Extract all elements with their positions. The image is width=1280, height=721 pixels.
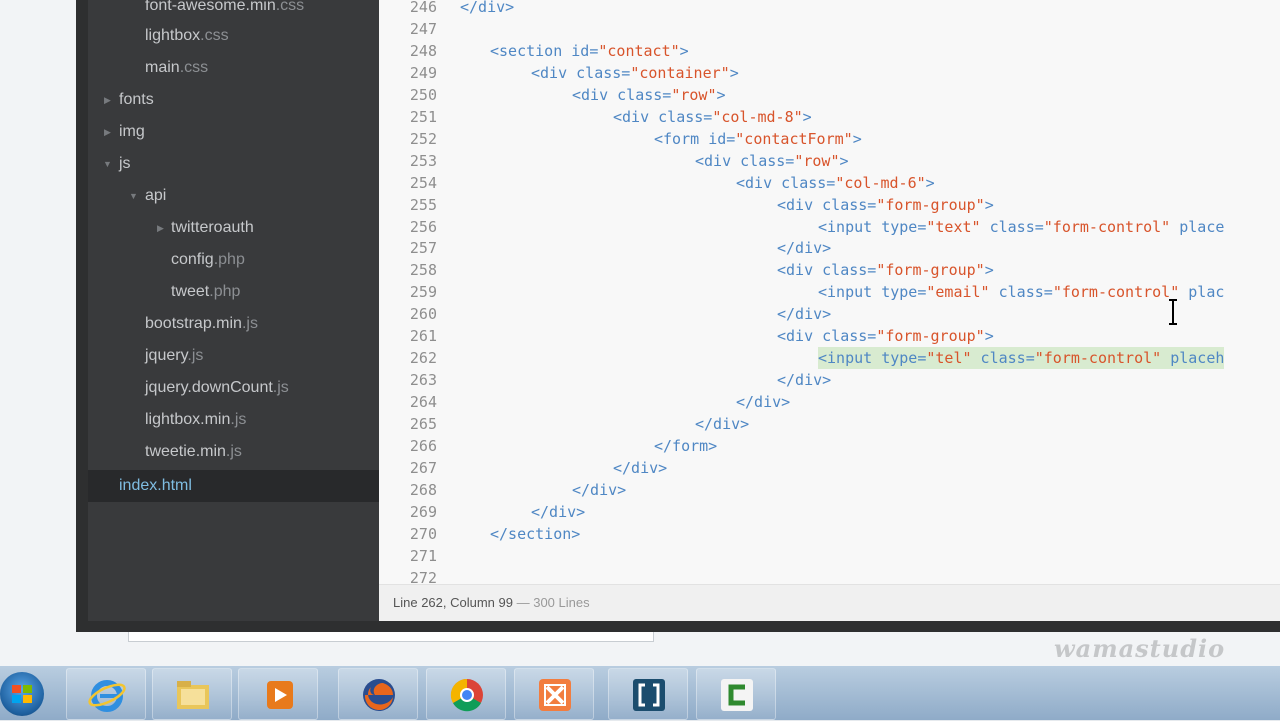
code-line[interactable]: </div> <box>777 369 831 391</box>
line-number: 246 <box>409 0 437 16</box>
code-line[interactable]: <div class="form-group"> <box>777 259 994 281</box>
code-line[interactable]: <input type="email" class="form-control"… <box>818 281 1224 303</box>
line-number: 249 <box>409 64 437 82</box>
file-tweetie-js[interactable]: tweetie.min.js <box>145 437 242 467</box>
file-lightbox-min-js[interactable]: lightbox.min.js <box>145 405 246 435</box>
taskbar-explorer[interactable] <box>152 668 232 720</box>
code-line[interactable]: </div> <box>695 413 749 435</box>
line-number: 272 <box>409 569 437 584</box>
highlighted-code-line[interactable]: <input type="tel" class="form-control" p… <box>818 347 1225 369</box>
folder-api[interactable]: api <box>145 181 166 211</box>
code-line[interactable]: <input type="text" class="form-control" … <box>818 216 1224 238</box>
code-line[interactable]: <div class="col-md-6"> <box>736 172 935 194</box>
internet-explorer-icon <box>88 680 126 712</box>
taskbar-chrome[interactable] <box>426 668 506 720</box>
code-line[interactable]: </div> <box>736 391 790 413</box>
folder-img[interactable]: img <box>119 117 145 147</box>
status-bar: Line 262, Column 99 — 300 Lines <box>379 584 1280 621</box>
camtasia-icon <box>721 679 753 711</box>
brackets-icon <box>633 679 665 711</box>
status-separator: — <box>512 595 534 610</box>
line-count: 300 Lines <box>533 595 590 610</box>
line-number: 265 <box>409 415 437 433</box>
collapsed-arrow-icon[interactable]: ▶ <box>157 213 164 243</box>
expanded-arrow-icon[interactable]: ▼ <box>129 181 138 211</box>
file-bootstrap-js[interactable]: bootstrap.min.js <box>145 309 258 339</box>
line-number: 271 <box>409 547 437 565</box>
file-jquery-js[interactable]: jquery.js <box>145 341 203 371</box>
collapsed-arrow-icon[interactable]: ▶ <box>104 117 111 147</box>
file-explorer-icon <box>177 681 209 709</box>
line-number: 261 <box>409 327 437 345</box>
cursor-position: Line 262, Column 99 <box>393 595 513 610</box>
line-number: 258 <box>409 261 437 279</box>
line-number: 250 <box>409 86 437 104</box>
line-number: 252 <box>409 130 437 148</box>
code-line[interactable]: </form> <box>654 435 717 457</box>
line-number: 247 <box>409 20 437 38</box>
file-font-awesome-css[interactable]: font-awesome.min.css <box>145 0 304 21</box>
line-number: 259 <box>409 283 437 301</box>
line-number: 257 <box>409 239 437 257</box>
file-main-css[interactable]: main.css <box>145 53 208 83</box>
folder-fonts[interactable]: fonts <box>119 85 154 115</box>
start-orb-icon[interactable] <box>0 672 44 716</box>
background-window <box>128 632 654 642</box>
file-lightbox-css[interactable]: lightbox.css <box>145 21 229 51</box>
line-number: 253 <box>409 152 437 170</box>
line-number: 254 <box>409 174 437 192</box>
code-line[interactable]: </div> <box>531 501 585 523</box>
code-line[interactable]: <div class="row"> <box>572 84 726 106</box>
file-index-html[interactable]: index.html <box>119 471 192 501</box>
taskbar-media-player[interactable] <box>238 668 318 720</box>
line-number: 248 <box>409 42 437 60</box>
media-player-icon <box>267 681 293 709</box>
line-number: 267 <box>409 459 437 477</box>
taskbar-xampp[interactable] <box>514 668 594 720</box>
code-line[interactable]: </div> <box>572 479 626 501</box>
line-number: 263 <box>409 371 437 389</box>
line-number: 255 <box>409 196 437 214</box>
line-number: 270 <box>409 525 437 543</box>
line-number: 266 <box>409 437 437 455</box>
code-line[interactable]: </section> <box>490 523 580 545</box>
code-line[interactable]: <div class="form-group"> <box>777 325 994 347</box>
collapsed-arrow-icon[interactable]: ▶ <box>104 85 111 115</box>
watermark: wamastudio <box>1054 634 1226 663</box>
taskbar-brackets[interactable] <box>608 668 688 720</box>
file-tweet-php[interactable]: tweet.php <box>171 277 240 307</box>
line-number: 268 <box>409 481 437 499</box>
line-number: 256 <box>409 218 437 236</box>
line-number: 262 <box>409 349 437 367</box>
code-line[interactable]: <section id="contact"> <box>490 40 689 62</box>
file-config-php[interactable]: config.php <box>171 245 245 275</box>
firefox-icon <box>363 679 395 711</box>
taskbar <box>0 666 1280 720</box>
taskbar-camtasia[interactable] <box>696 668 776 720</box>
code-line[interactable]: </div> <box>777 303 831 325</box>
code-line[interactable]: <div class="form-group"> <box>777 194 994 216</box>
file-jquery-downcount-js[interactable]: jquery.downCount.js <box>145 373 289 403</box>
xampp-icon <box>539 679 571 711</box>
taskbar-firefox[interactable] <box>338 668 418 720</box>
folder-twitteroauth[interactable]: twitteroauth <box>171 213 254 243</box>
chrome-icon <box>450 678 483 712</box>
code-line[interactable]: </div> <box>777 237 831 259</box>
line-number: 264 <box>409 393 437 411</box>
status-text: Line 262, Column 99 — 300 Lines <box>393 595 590 610</box>
text-cursor-icon <box>1169 299 1177 325</box>
line-number: 251 <box>409 108 437 126</box>
code-line[interactable]: </div> <box>460 0 514 18</box>
expanded-arrow-icon[interactable]: ▼ <box>103 149 112 179</box>
code-editor[interactable]: 246 247 248 249 250 251 252 253 254 255 256 257 258 2… <box>379 0 1280 584</box>
code-line[interactable]: </div> <box>613 457 667 479</box>
code-line[interactable]: <form id="contactForm"> <box>654 128 862 150</box>
code-line[interactable]: <div class="col-md-8"> <box>613 106 812 128</box>
taskbar-ie[interactable] <box>66 668 146 720</box>
folder-js[interactable]: js <box>119 149 131 179</box>
line-number: 269 <box>409 503 437 521</box>
line-number: 260 <box>409 305 437 323</box>
code-line[interactable]: <div class="container"> <box>531 62 739 84</box>
code-line[interactable]: <div class="row"> <box>695 150 849 172</box>
